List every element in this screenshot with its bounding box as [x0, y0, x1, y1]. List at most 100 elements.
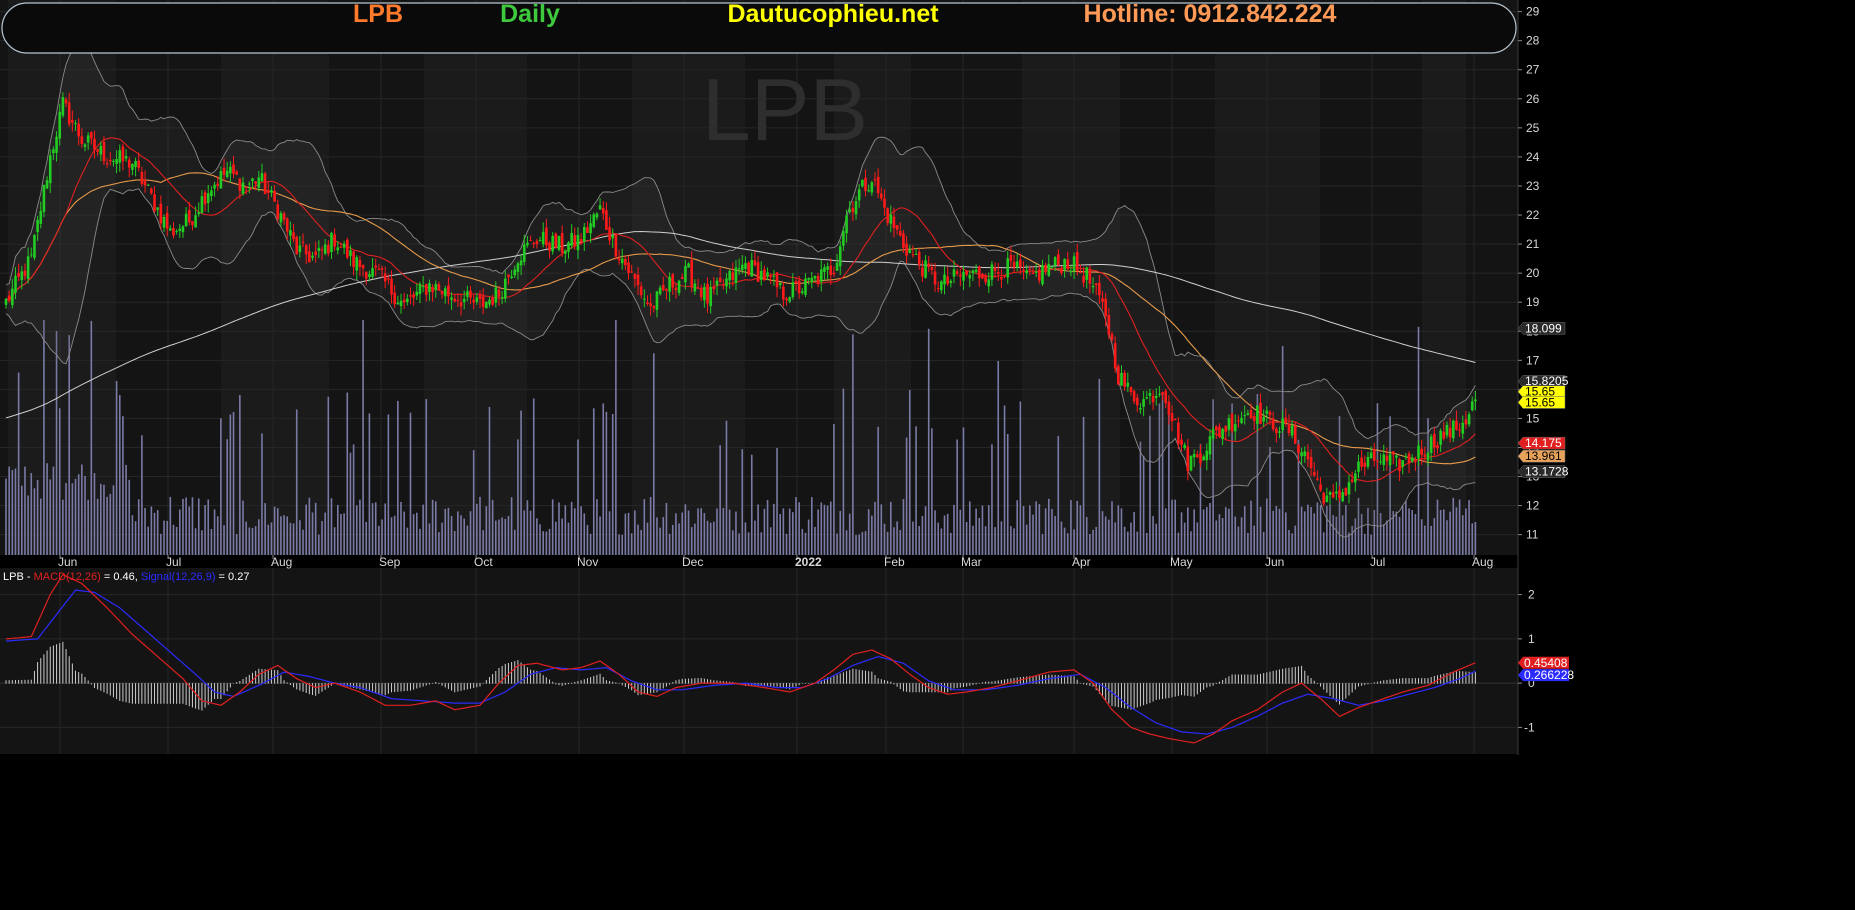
- volume-bar: [163, 520, 165, 555]
- volume-bar: [946, 513, 949, 555]
- candle-body: [1303, 451, 1307, 456]
- volume-bar: [602, 403, 605, 555]
- candle-body: [579, 239, 583, 243]
- candle-body: [298, 245, 302, 253]
- volume-bar: [555, 521, 557, 555]
- volume-bar: [855, 534, 857, 555]
- volume-bar: [529, 510, 532, 555]
- candle-body: [1395, 455, 1398, 458]
- candle-body: [99, 146, 103, 155]
- candle-body: [150, 188, 153, 194]
- volume-bar: [630, 533, 633, 555]
- candle-body: [1186, 446, 1190, 472]
- candle-body: [491, 298, 494, 305]
- candle-body: [418, 283, 422, 295]
- candle-body: [270, 190, 273, 193]
- candle-body: [235, 171, 238, 175]
- candle-body: [633, 274, 637, 279]
- candle-body: [936, 288, 940, 290]
- volume-bar: [697, 508, 699, 555]
- candle-body: [522, 244, 526, 262]
- volume-bar: [864, 531, 867, 555]
- candle-body: [1047, 263, 1051, 276]
- volume-bar: [836, 533, 838, 555]
- volume-bar: [763, 508, 766, 555]
- candle-body: [421, 286, 425, 288]
- candle-body: [1252, 416, 1256, 421]
- volume-bar: [1285, 512, 1287, 555]
- candle-body: [538, 239, 542, 241]
- candle-body: [1091, 285, 1095, 288]
- candle-body: [620, 258, 624, 264]
- candle-body: [570, 232, 573, 246]
- candle-body: [810, 277, 814, 283]
- candle-body: [213, 184, 216, 189]
- volume-bar: [842, 388, 845, 555]
- candle-body: [630, 271, 633, 273]
- volume-bar: [77, 474, 80, 555]
- volume-bar: [1370, 534, 1372, 555]
- candle-body: [96, 149, 99, 152]
- candle-body: [1325, 495, 1329, 503]
- candle-body: [1398, 459, 1401, 472]
- volume-bar: [330, 498, 333, 555]
- candle-body: [83, 144, 87, 147]
- volume-bar: [918, 526, 921, 555]
- candle-body: [1214, 426, 1218, 431]
- volume-bar: [1060, 521, 1063, 555]
- volume-bar: [24, 466, 26, 555]
- candle-body: [194, 215, 197, 228]
- volume-bar: [1187, 507, 1189, 555]
- candle-body: [1173, 418, 1177, 421]
- volume-bar: [1436, 499, 1439, 555]
- candle-body: [1088, 268, 1092, 284]
- candle-body: [791, 282, 795, 298]
- candle-body: [873, 179, 877, 181]
- volume-bar: [479, 496, 481, 555]
- volume-bar: [953, 504, 955, 555]
- volume-bar: [134, 521, 137, 555]
- candle-body: [804, 278, 807, 295]
- volume-bar: [463, 518, 465, 555]
- candle-body: [715, 280, 719, 286]
- volume-bar: [782, 508, 785, 555]
- candle-body: [453, 298, 457, 302]
- candle-body: [981, 273, 984, 279]
- candle-body: [1082, 275, 1085, 283]
- candle-body: [52, 149, 55, 154]
- volume-bar: [912, 521, 914, 555]
- candle-body: [608, 227, 611, 241]
- volume-bar: [109, 493, 112, 555]
- candle-body: [472, 299, 475, 303]
- candle-body: [933, 271, 937, 285]
- candle-body: [842, 231, 845, 246]
- volume-bar: [276, 508, 279, 555]
- volume-bar: [1180, 512, 1183, 555]
- volume-bar: [792, 512, 794, 555]
- stock-chart[interactable]: LPB LPB Daily Dautucophieu.net Hotline: …: [0, 0, 1855, 910]
- volume-bar: [472, 450, 475, 555]
- volume-bar: [1123, 526, 1126, 555]
- volume-bar: [207, 499, 210, 555]
- volume-bar: [400, 501, 402, 555]
- volume-bar: [987, 505, 990, 555]
- candle-body: [1439, 430, 1442, 445]
- candle-body: [1347, 482, 1351, 495]
- volume-bar: [1127, 531, 1129, 555]
- candle-body: [14, 275, 17, 293]
- candle-body: [390, 278, 393, 295]
- macd-legend-symbol: LPB -: [3, 571, 34, 583]
- volume-bar: [1152, 516, 1154, 555]
- candle-body: [1148, 392, 1152, 396]
- candle-body: [905, 243, 908, 256]
- candle-body: [1069, 270, 1073, 273]
- candle-body: [1350, 479, 1354, 482]
- volume-bar: [422, 504, 424, 555]
- volume-bar: [447, 507, 450, 555]
- volume-bar: [1142, 455, 1145, 555]
- volume-bar: [179, 509, 181, 555]
- volume-bar: [1120, 508, 1123, 555]
- volume-bar: [150, 506, 153, 555]
- candle-body: [643, 298, 646, 300]
- candle-body: [459, 302, 463, 307]
